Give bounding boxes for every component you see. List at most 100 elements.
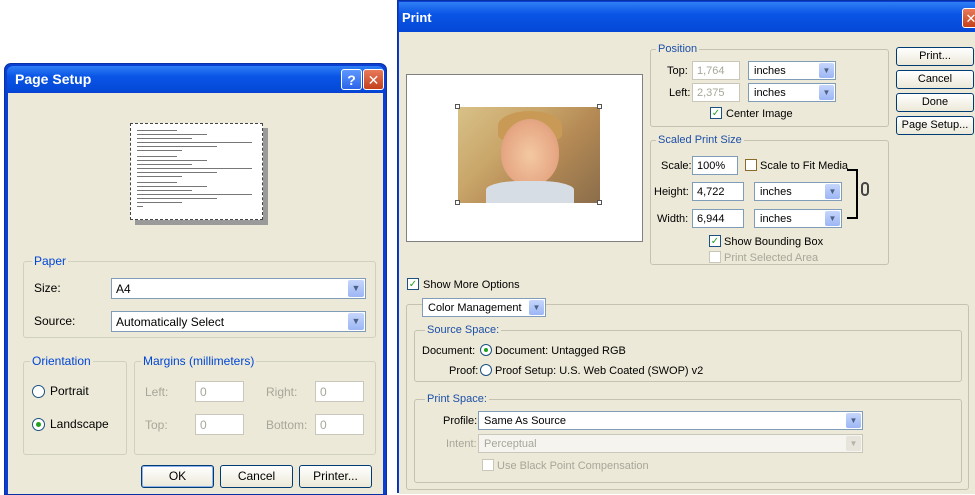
- close-icon[interactable]: ✕: [962, 8, 975, 28]
- right-margin-label: Right:: [266, 385, 298, 399]
- bottom-margin-field[interactable]: 0: [315, 414, 364, 435]
- cancel-button[interactable]: Cancel: [220, 465, 293, 488]
- print-title: Print: [402, 10, 432, 25]
- top-label: Top:: [667, 65, 688, 77]
- photo-image[interactable]: [458, 107, 600, 203]
- bounding-handle-tr[interactable]: [597, 104, 602, 109]
- print-titlebar[interactable]: Print ✕: [399, 2, 975, 32]
- intent-value: Perceptual: [484, 438, 537, 450]
- proof-label: Proof:: [449, 365, 479, 377]
- paper-size-select[interactable]: A4 ▼: [111, 278, 366, 299]
- landscape-radio[interactable]: [32, 418, 45, 431]
- source-space-legend: Source Space:: [425, 324, 502, 336]
- output-mode-select[interactable]: Color Management ▼: [422, 298, 546, 317]
- top-margin-label: Top:: [145, 418, 168, 432]
- photo-shirt: [486, 181, 574, 203]
- bottom-margin-value: 0: [320, 418, 327, 432]
- landscape-label[interactable]: Landscape: [50, 417, 109, 431]
- print-selected-area-checkbox: [709, 251, 721, 263]
- photo-face: [501, 119, 559, 185]
- bounding-handle-tl[interactable]: [455, 104, 460, 109]
- document-radio[interactable]: [480, 344, 492, 356]
- black-point-label: Use Black Point Compensation: [497, 460, 649, 472]
- close-icon[interactable]: ✕: [363, 69, 384, 90]
- size-label: Size:: [34, 281, 61, 295]
- print-preview: [406, 74, 643, 242]
- chevron-down-icon: ▼: [846, 436, 861, 451]
- left-value: 2,375: [697, 87, 725, 99]
- chevron-down-icon[interactable]: ▼: [846, 413, 861, 428]
- printer-button[interactable]: Printer...: [299, 465, 372, 488]
- print-button[interactable]: Print...: [896, 47, 974, 66]
- height-value: 4,722: [697, 186, 725, 198]
- orientation-group: [23, 361, 127, 455]
- width-label: Width:: [657, 213, 689, 225]
- width-field[interactable]: 6,944: [692, 209, 744, 228]
- scale-value: 100%: [697, 160, 726, 172]
- chevron-down-icon[interactable]: ▼: [348, 313, 364, 330]
- top-unit-select[interactable]: inches ▼: [748, 61, 836, 80]
- proof-radio[interactable]: [480, 364, 492, 376]
- chevron-down-icon[interactable]: ▼: [819, 63, 834, 78]
- left-unit-value: inches: [754, 87, 786, 99]
- top-margin-value: 0: [200, 418, 207, 432]
- done-button[interactable]: Done: [896, 93, 974, 112]
- chevron-down-icon[interactable]: ▼: [348, 280, 364, 297]
- height-label: Height:: [654, 186, 689, 198]
- position-legend: Position: [656, 43, 700, 55]
- bottom-margin-label: Bottom:: [266, 418, 308, 432]
- bounding-handle-br[interactable]: [597, 200, 602, 205]
- show-more-options-label[interactable]: Show More Options: [423, 279, 520, 291]
- page-setup-dialog: Page Setup ? ✕ Paper Size: A4 ▼ Source: …: [4, 63, 387, 495]
- help-icon[interactable]: ?: [341, 69, 362, 90]
- bounding-handle-bl[interactable]: [455, 200, 460, 205]
- profile-select[interactable]: Same As Source ▼: [478, 411, 863, 430]
- portrait-label[interactable]: Portrait: [50, 384, 89, 398]
- document-value[interactable]: Document: Untagged RGB: [495, 345, 626, 357]
- height-unit-select[interactable]: inches ▼: [754, 182, 842, 201]
- show-more-options-checkbox[interactable]: ✓: [407, 278, 419, 290]
- ok-button[interactable]: OK: [141, 465, 214, 488]
- left-field[interactable]: 2,375: [692, 83, 740, 102]
- top-field[interactable]: 1,764: [692, 61, 740, 80]
- scale-to-fit-label[interactable]: Scale to Fit Media: [760, 160, 848, 172]
- source-label: Source:: [34, 314, 76, 328]
- left-margin-value: 0: [200, 385, 207, 399]
- height-field[interactable]: 4,722: [692, 182, 744, 201]
- page-setup-title: Page Setup: [15, 71, 92, 87]
- print-dialog: Print ✕ Position Top: 1,764 inches ▼ Lef…: [397, 0, 975, 494]
- page-setup-button[interactable]: Page Setup...: [896, 116, 974, 135]
- chain-link-icon[interactable]: [861, 182, 869, 196]
- left-margin-label: Left:: [145, 385, 169, 399]
- center-image-checkbox[interactable]: ✓: [710, 107, 722, 119]
- chevron-down-icon[interactable]: ▼: [825, 184, 840, 199]
- orientation-legend: Orientation: [30, 354, 93, 368]
- black-point-checkbox: [482, 459, 494, 471]
- scaled-print-size-legend: Scaled Print Size: [656, 134, 744, 146]
- proof-value[interactable]: Proof Setup: U.S. Web Coated (SWOP) v2: [495, 365, 703, 377]
- page-setup-body: Paper Size: A4 ▼ Source: Automatically S…: [8, 93, 383, 494]
- show-bounding-box-checkbox[interactable]: ✓: [709, 235, 721, 247]
- chevron-down-icon[interactable]: ▼: [819, 85, 834, 100]
- intent-select: Perceptual ▼: [478, 434, 863, 453]
- left-unit-select[interactable]: inches ▼: [748, 83, 836, 102]
- chevron-down-icon[interactable]: ▼: [529, 300, 544, 315]
- scale-field[interactable]: 100%: [692, 156, 738, 175]
- page-setup-titlebar[interactable]: Page Setup ? ✕: [7, 66, 384, 92]
- document-label: Document:: [422, 345, 476, 357]
- paper-source-select[interactable]: Automatically Select ▼: [111, 311, 366, 332]
- height-unit-value: inches: [760, 186, 792, 198]
- cancel-button[interactable]: Cancel: [896, 70, 974, 89]
- left-margin-field[interactable]: 0: [195, 381, 244, 402]
- scale-to-fit-checkbox[interactable]: [745, 159, 757, 171]
- chevron-down-icon[interactable]: ▼: [825, 211, 840, 226]
- profile-value: Same As Source: [484, 415, 566, 427]
- portrait-radio[interactable]: [32, 385, 45, 398]
- show-bounding-box-label[interactable]: Show Bounding Box: [724, 236, 823, 248]
- right-margin-field[interactable]: 0: [315, 381, 364, 402]
- paper-size-value: A4: [116, 282, 131, 296]
- constrain-bracket: [847, 169, 858, 219]
- top-margin-field[interactable]: 0: [195, 414, 244, 435]
- width-unit-select[interactable]: inches ▼: [754, 209, 842, 228]
- center-image-label[interactable]: Center Image: [726, 108, 793, 120]
